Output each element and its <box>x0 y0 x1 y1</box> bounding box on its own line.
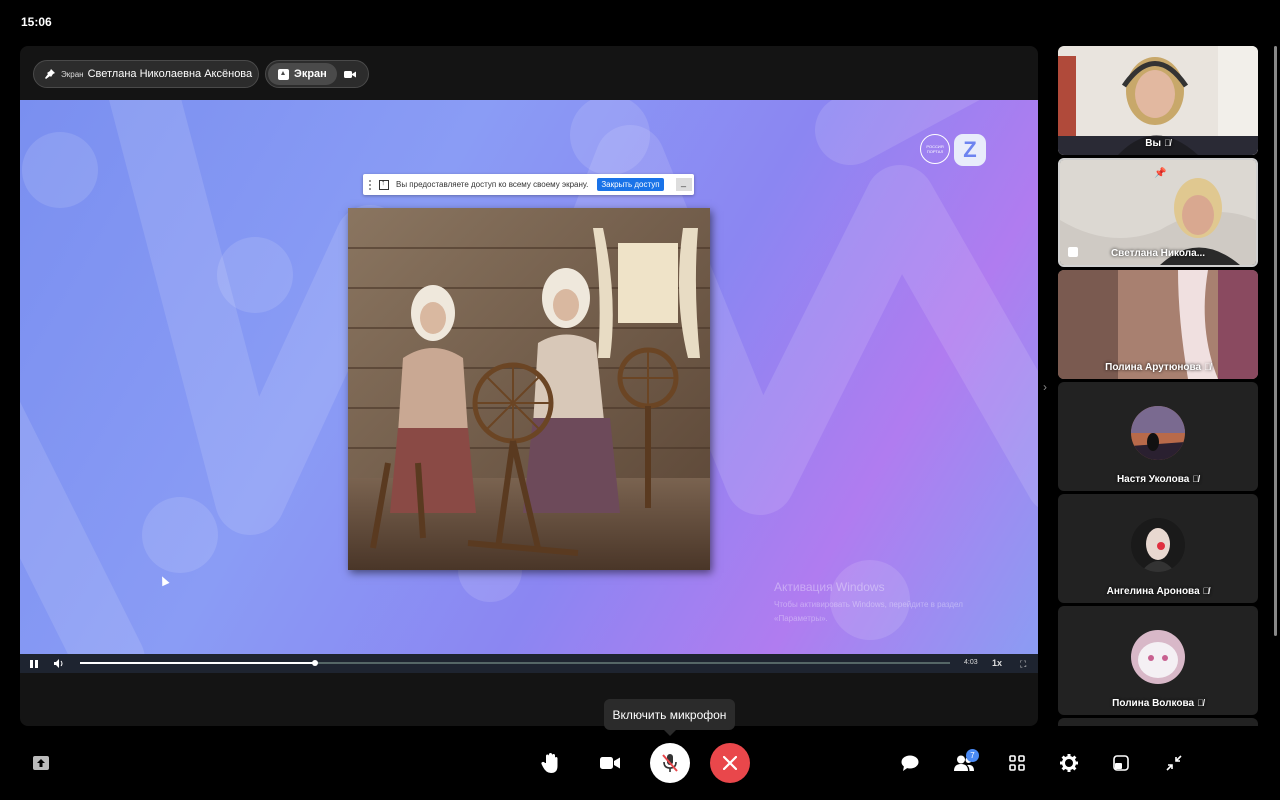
mic-muted-icon <box>662 754 678 772</box>
share-notice-icon <box>379 178 389 190</box>
screen-view-button[interactable]: Экран <box>268 63 337 85</box>
mic-toggle-button[interactable] <box>650 743 690 783</box>
participant-name: Светлана Никола... <box>1110 248 1206 259</box>
chat-icon[interactable] <box>898 751 922 775</box>
screen-share-icon <box>278 68 289 80</box>
screen-view-label: Экран <box>294 68 327 80</box>
avatar <box>1131 518 1185 572</box>
sidebar-scrollbar[interactable] <box>1274 46 1277 636</box>
playback-time: 4:03 <box>964 659 978 666</box>
volume-icon[interactable] <box>54 659 64 668</box>
mic-off-icon: 🎙̸ <box>1202 586 1210 596</box>
participant-tile[interactable] <box>1058 718 1258 726</box>
participants-count-badge: 7 <box>966 749 979 762</box>
raise-hand-icon[interactable] <box>538 751 562 775</box>
participant-tile-self[interactable]: Вы 🎙̸ <box>1058 46 1258 155</box>
participant-name: Ангелина Аронова <box>1106 586 1200 597</box>
hide-notice-button[interactable]: _ <box>675 178 692 191</box>
grid-icon[interactable] <box>1005 751 1029 775</box>
mic-tooltip: Включить микрофон <box>604 699 735 736</box>
main-stage: Экран Светлана Николаевна Аксёнова Экран <box>20 46 1038 726</box>
z-logo: Z <box>954 134 986 166</box>
participant-tile[interactable]: Ангелина Аронова 🎙̸ <box>1058 494 1258 603</box>
fullscreen-icon[interactable]: ⛶ <box>1020 659 1026 670</box>
participant-tile[interactable]: Настя Уколова 🎙̸ <box>1058 382 1258 491</box>
participants-sidebar: Вы 🎙̸ 📌 Светлана Никола... Полина Арутюно… <box>1058 46 1258 726</box>
shared-screen: РОССИЯ ПОРТАЛ Z Вы предоставляете доступ… <box>20 100 1038 654</box>
participant-name: Полина Арутюнова <box>1105 362 1202 373</box>
participant-tile[interactable]: Полина Волкова 🎙̸ <box>1058 606 1258 715</box>
media-player-bar: 4:03 1x ⛶ <box>20 654 1038 673</box>
pin-icon <box>45 69 55 79</box>
hang-up-icon <box>723 756 737 770</box>
participant-name: Настя Уколова <box>1116 474 1190 485</box>
clock: 15:06 <box>21 15 52 29</box>
share-screen-icon[interactable] <box>29 751 53 775</box>
watermark-title: Активация Windows <box>774 580 885 594</box>
stop-sharing-button[interactable]: Закрыть доступ <box>597 178 664 191</box>
speed-button[interactable]: 1x <box>992 658 1002 668</box>
mic-off-icon: 🎙̸ <box>1197 698 1204 708</box>
screen-share-notice: Вы предоставляете доступ ко всему своему… <box>363 174 694 195</box>
mic-off-icon: 🎙̸ <box>1192 474 1200 484</box>
participant-tile-pinned[interactable]: 📌 Светлана Никола... <box>1058 158 1258 267</box>
participant-tile[interactable]: Полина Арутюнова 🎙̸ <box>1058 270 1258 379</box>
portal-logo: РОССИЯ ПОРТАЛ <box>920 134 950 164</box>
view-switcher: Экран <box>265 60 369 88</box>
watermark-text: Чтобы активировать Windows, перейдите в … <box>774 600 963 623</box>
layout-icon[interactable] <box>1109 751 1133 775</box>
camera-view-icon[interactable] <box>343 70 356 79</box>
seek-fill <box>80 662 315 664</box>
slide-logos: РОССИЯ ПОРТАЛ Z <box>920 134 986 166</box>
seek-knob[interactable] <box>311 660 318 666</box>
camera-icon[interactable] <box>598 751 622 775</box>
minimize-icon[interactable] <box>1162 751 1186 775</box>
video-conference-app: 15:06 Экран Светлана Николаевна Аксёнова… <box>0 0 1280 800</box>
mic-off-icon: 🎙̸ <box>1164 138 1171 148</box>
settings-icon[interactable] <box>1057 751 1081 775</box>
stage-header: Экран Светлана Николаевна Аксёнова Экран <box>20 46 1038 100</box>
mic-off-icon: 🎙̸ <box>1204 362 1211 372</box>
presenter-pill[interactable]: Экран Светлана Николаевна Аксёнова <box>33 60 259 88</box>
spinning-women-illustration <box>348 208 710 570</box>
windows-activation-watermark: Активация Windows Чтобы активировать Win… <box>774 580 1004 626</box>
collapse-sidebar-icon[interactable]: › <box>1043 380 1047 394</box>
presenter-tag: Экран <box>61 69 84 79</box>
presenter-name: Светлана Николаевна Аксёнова <box>87 68 253 80</box>
avatar <box>1131 406 1185 460</box>
participant-name: Полина Волкова <box>1112 698 1195 709</box>
share-notice-text: Вы предоставляете доступ ко всему своему… <box>396 180 589 189</box>
drag-handle[interactable] <box>369 179 371 190</box>
pause-button[interactable] <box>30 659 38 668</box>
seek-bar[interactable] <box>80 660 950 666</box>
avatar <box>1131 630 1185 684</box>
pin-icon: 📌 <box>1154 168 1167 179</box>
participant-name: Вы <box>1145 138 1161 149</box>
hang-up-button[interactable] <box>710 743 750 783</box>
slide-painting <box>348 208 710 570</box>
